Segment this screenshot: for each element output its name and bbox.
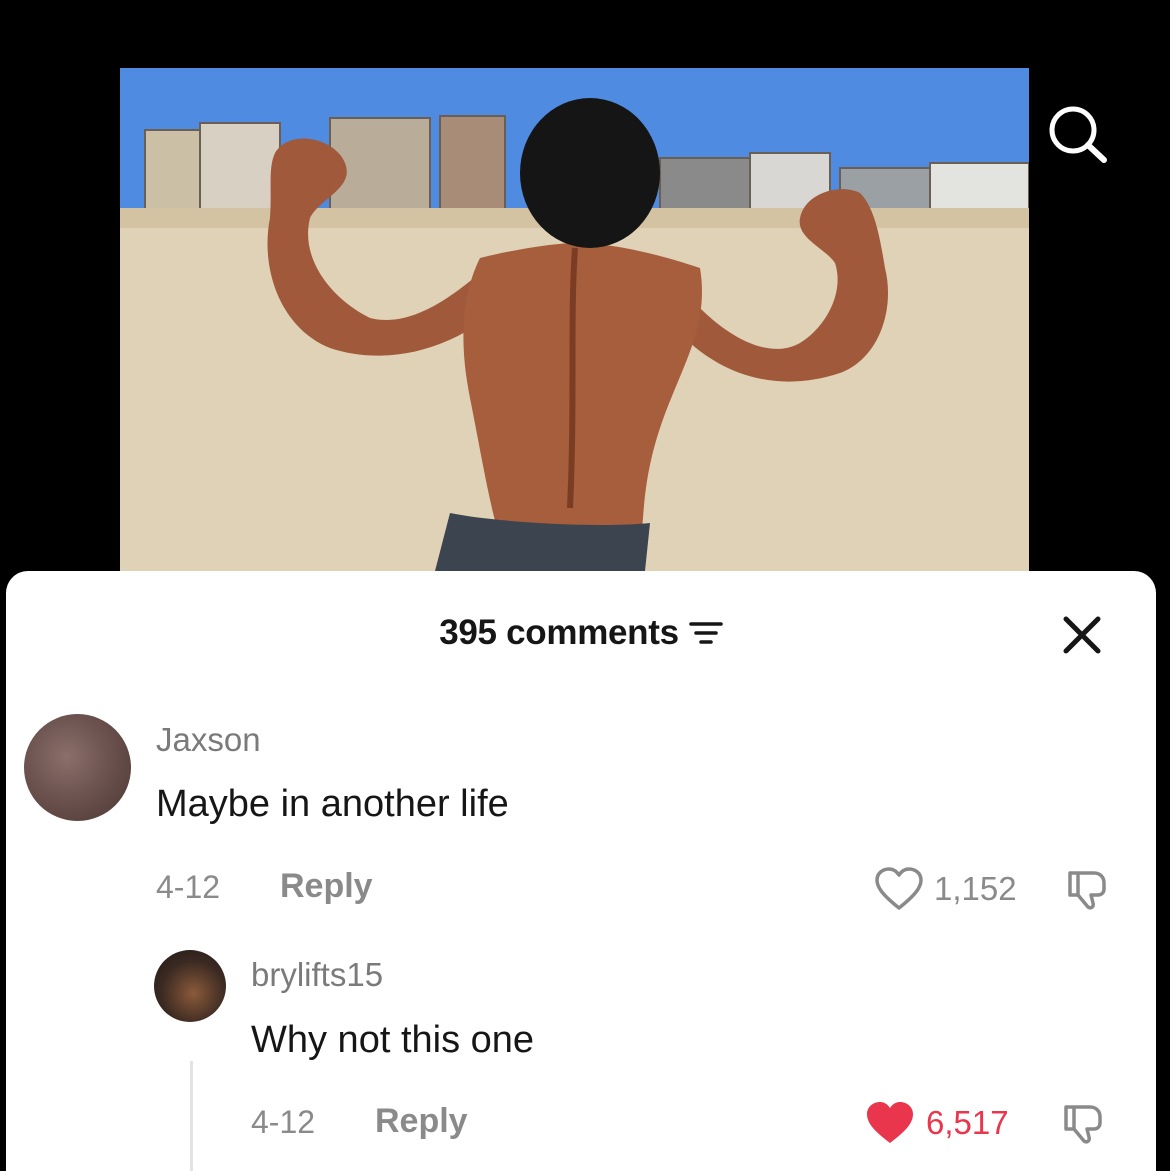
thread-line — [190, 1061, 193, 1171]
avatar[interactable] — [24, 714, 131, 821]
dislike-button[interactable] — [1060, 1099, 1106, 1145]
like-count: 6,517 — [926, 1104, 1009, 1141]
comment-text: Maybe in another life — [156, 783, 509, 825]
like-button[interactable]: 6,517 — [864, 1100, 1009, 1146]
like-button[interactable]: 1,152 — [874, 866, 1017, 912]
comment-text: Why not this one — [251, 1019, 535, 1061]
close-button[interactable] — [1060, 613, 1104, 657]
comments-header: 395 comments — [6, 613, 1156, 657]
comments-sheet: 395 comments Jaxson Maybe in another lif… — [6, 571, 1156, 1171]
like-count: 1,152 — [934, 870, 1017, 907]
reply-button[interactable]: Reply — [375, 1102, 468, 1141]
comments-count-label: 395 comments — [439, 613, 679, 652]
filter-icon — [689, 622, 723, 644]
search-button[interactable] — [1044, 104, 1110, 164]
comment-username[interactable]: brylifts15 — [251, 956, 383, 994]
heart-outline-icon — [875, 867, 923, 910]
comment-username[interactable]: Jaxson — [156, 721, 261, 759]
comment-date: 4-12 — [251, 1104, 316, 1140]
thumbs-down-icon — [1064, 1105, 1102, 1144]
comments-count[interactable]: 395 comments — [439, 613, 723, 653]
beach-scene-image — [120, 68, 1029, 571]
comment-date: 4-12 — [156, 869, 221, 905]
video-frame[interactable] — [120, 68, 1029, 571]
dislike-button[interactable] — [1064, 865, 1110, 911]
heart-filled-icon — [867, 1102, 913, 1143]
close-icon — [1063, 616, 1101, 654]
reply-button[interactable]: Reply — [280, 867, 373, 906]
avatar[interactable] — [154, 950, 226, 1022]
search-icon — [1049, 106, 1107, 163]
thumbs-down-icon — [1068, 871, 1106, 910]
